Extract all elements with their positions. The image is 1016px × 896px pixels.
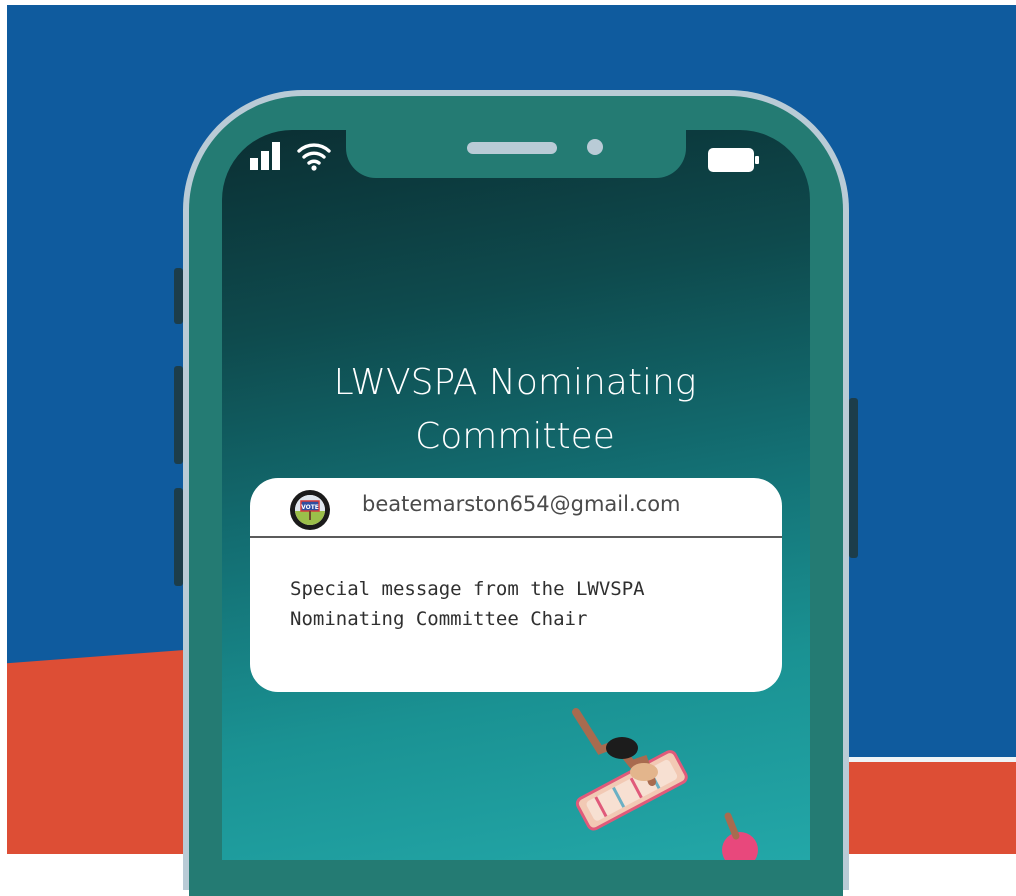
cellular-signal-icon	[250, 142, 280, 170]
notification-message: Special message from the LWVSPA Nominati…	[290, 578, 645, 630]
vote-sign-image: VOTE	[295, 495, 325, 525]
phone-volume-down-button	[174, 488, 183, 586]
notification-card[interactable]: VOTE beatemarston654@gmail.com Special m…	[250, 478, 782, 692]
svg-text:VOTE: VOTE	[301, 504, 319, 511]
phone-volume-up-button	[174, 366, 183, 464]
wifi-icon	[297, 143, 331, 171]
phone-speaker	[467, 142, 557, 154]
phone-power-button	[849, 398, 858, 558]
notification-header: VOTE beatemarston654@gmail.com	[250, 478, 782, 538]
phone-camera	[587, 139, 603, 155]
background-red-shape-right	[837, 757, 1016, 854]
vote-sign-avatar: VOTE	[290, 490, 330, 530]
screen-title: LWVSPA Nominating Committee	[333, 362, 697, 457]
battery-icon	[708, 148, 759, 172]
phone-mute-switch	[174, 268, 183, 324]
swimmer-on-float-image	[572, 708, 758, 860]
notification-sender: beatemarston654@gmail.com	[362, 492, 681, 516]
